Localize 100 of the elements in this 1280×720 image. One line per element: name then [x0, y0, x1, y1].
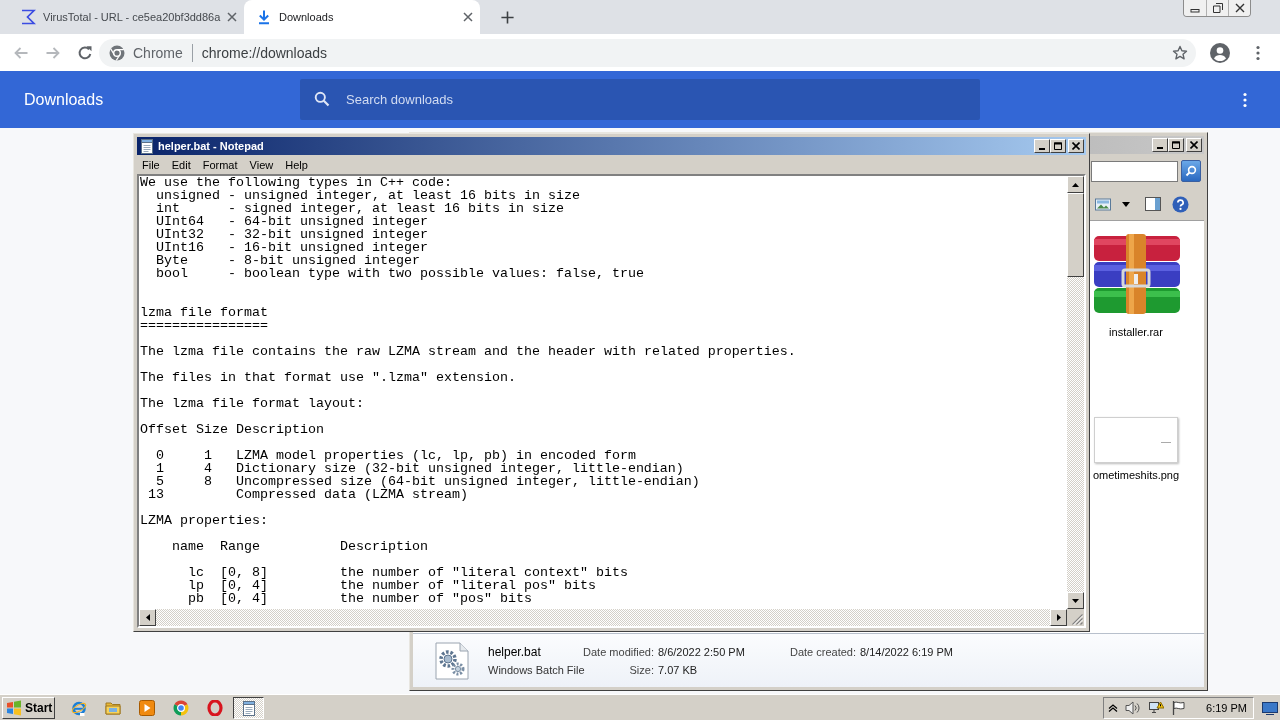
text-line: UInt16 - 16-bit unsigned integer — [156, 240, 428, 255]
left-arrow-icon — [145, 614, 150, 621]
file-name: installer.rar — [1109, 326, 1163, 338]
restore-icon — [1212, 3, 1223, 13]
minimize-button[interactable] — [1034, 139, 1050, 153]
folder-icon — [104, 699, 121, 716]
text-line: 5 8 Uncompressed size (64-bit unsigned integer, little-endian) — [156, 474, 700, 489]
maximize-icon — [1054, 142, 1062, 150]
maximize-button[interactable] — [1050, 139, 1066, 153]
file-thumbnail[interactable] — [1094, 417, 1178, 463]
scroll-down-button[interactable] — [1067, 592, 1084, 609]
close-icon — [1234, 3, 1245, 13]
search-icon — [1185, 165, 1197, 177]
search-button[interactable] — [1181, 160, 1201, 182]
text-line: name Range Description — [172, 539, 428, 554]
text-line: pb [0, 4] the number of "pos" bits — [188, 591, 532, 606]
menu-item[interactable]: Format — [196, 158, 244, 171]
close-icon[interactable] — [226, 11, 238, 23]
play-icon — [138, 699, 155, 716]
scroll-left-button[interactable] — [139, 609, 156, 626]
file-name: ometimeshits.png — [1092, 469, 1180, 481]
menu-item[interactable]: Edit — [165, 158, 197, 171]
text-line: unsigned - unsigned integer, at least 16 bits in size — [156, 188, 580, 203]
size-grip-icon[interactable] — [1067, 609, 1084, 626]
picture-icon[interactable] — [1095, 197, 1111, 211]
book-stack-icon[interactable] — [1092, 234, 1180, 314]
browser-tab[interactable]: Downloads — [244, 0, 480, 34]
new-tab-icon[interactable] — [500, 9, 515, 25]
sigma-icon — [20, 9, 36, 25]
file-name: helper.bat — [488, 644, 541, 659]
maximize-icon — [1172, 141, 1180, 149]
scrollbar-thumb[interactable] — [1067, 193, 1084, 277]
minimize-button[interactable] — [1152, 138, 1168, 152]
start-button[interactable]: Start — [2, 696, 55, 719]
close-icon — [1072, 142, 1080, 150]
close-button[interactable] — [1228, 0, 1250, 16]
network-icon[interactable] — [1148, 699, 1165, 716]
menu-item[interactable]: File — [136, 158, 166, 171]
download-icon — [256, 9, 272, 25]
site-chip-label: Chrome — [133, 44, 183, 61]
menu-item[interactable]: View — [243, 158, 280, 171]
property-value: 7.07 KB — [658, 663, 698, 676]
text-line: 1 4 Dictionary size (32-bit unsigned integer, little-endian) — [156, 461, 684, 476]
text-line: Offset Size Description — [140, 422, 324, 437]
restore-button[interactable] — [1206, 0, 1228, 16]
preview-pane-icon[interactable] — [1145, 197, 1161, 211]
clock[interactable]: 6:19 PM — [1206, 701, 1247, 714]
minimize-button[interactable] — [1184, 0, 1206, 16]
property-label: Size: — [629, 663, 655, 676]
page-title: Downloads — [24, 90, 104, 108]
taskbar-button[interactable] — [233, 696, 264, 719]
url-text: chrome://downloads — [201, 44, 328, 61]
notepad-icon — [240, 699, 257, 716]
close-icon[interactable] — [462, 11, 474, 23]
address-bar[interactable]: Chrome chrome://downloads — [99, 38, 1196, 67]
close-icon — [1190, 141, 1198, 149]
vertical-scrollbar[interactable] — [1067, 176, 1084, 609]
scroll-up-button[interactable] — [1067, 176, 1084, 193]
property-value: 8/14/2022 6:19 PM — [860, 645, 953, 658]
notepad-icon — [139, 138, 155, 154]
help-icon[interactable] — [1172, 195, 1189, 213]
maximize-button[interactable] — [1168, 138, 1184, 152]
file-type: Windows Batch File — [488, 663, 585, 676]
browser-logo-icon — [109, 44, 125, 61]
text-line: ================ — [140, 318, 268, 333]
search-field[interactable]: Search downloads — [300, 79, 980, 120]
text-line: The files in that format use ".lzma" extension. — [140, 370, 516, 385]
text-line: UInt64 - 64-bit unsigned integer — [156, 214, 428, 229]
text-line: UInt32 - 32-bit unsigned integer — [156, 227, 428, 242]
chevron-up-icon[interactable] — [1108, 703, 1119, 712]
horizontal-scrollbar[interactable] — [139, 609, 1067, 626]
star-icon[interactable] — [1172, 44, 1188, 61]
text-line: 0 1 LZMA model properties (lc, lp, pb) in encoded form — [156, 448, 636, 463]
browser-tab[interactable]: VirusTotal - URL - ce5ea20bf3dd86a — [8, 0, 244, 34]
search-field[interactable] — [1091, 160, 1178, 182]
caret-icon[interactable] — [1122, 201, 1130, 207]
up-arrow-icon — [1072, 182, 1079, 187]
menu-icon[interactable] — [1243, 91, 1247, 108]
windows-flag-icon — [6, 699, 22, 716]
text-line: The lzma file contains the raw LZMA stream and the header with related properties. — [140, 344, 796, 359]
menu-item[interactable]: Help — [279, 158, 314, 171]
text-line: lp [0, 4] the number of "literal pos" bits — [188, 578, 596, 593]
down-arrow-icon — [1072, 598, 1079, 603]
scroll-right-button[interactable] — [1050, 609, 1067, 626]
right-arrow-icon — [1056, 614, 1061, 621]
text-line: Byte - 8-bit unsigned integer — [156, 253, 420, 268]
text-line: The lzma file format layout: — [140, 396, 364, 411]
speaker-icon[interactable] — [1125, 699, 1142, 716]
browser-logo-icon — [172, 699, 189, 716]
show-desktop-icon[interactable] — [1262, 700, 1278, 715]
search-icon — [314, 91, 330, 107]
text-line: We use the following types in C++ code: — [140, 176, 452, 190]
text-line: 13 Compressed data (LZMA stream) — [148, 487, 468, 502]
reload-icon[interactable] — [77, 44, 93, 61]
flag-icon[interactable] — [1171, 699, 1188, 716]
menu-icon[interactable] — [1256, 44, 1260, 61]
property-value: 8/6/2022 2:50 PM — [658, 645, 745, 658]
account-icon[interactable] — [1210, 42, 1230, 63]
text-line: lc [0, 8] the number of "literal context" bits — [188, 565, 628, 580]
text-line: bool - boolean type with two possible values: false, true — [156, 266, 644, 281]
